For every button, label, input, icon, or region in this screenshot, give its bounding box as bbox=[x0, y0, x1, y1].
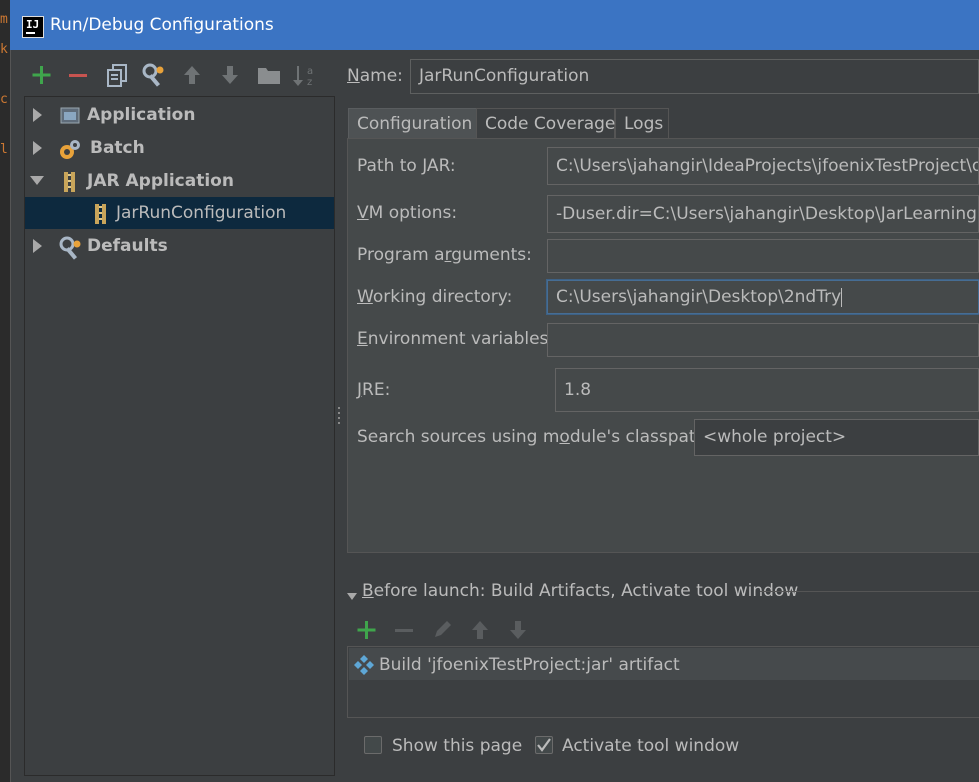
plus-icon[interactable] bbox=[353, 617, 379, 643]
expand-arrow-icon[interactable] bbox=[33, 141, 42, 155]
tree-item-application[interactable]: Application bbox=[25, 99, 334, 131]
expand-arrow-icon[interactable] bbox=[33, 239, 42, 253]
jre-label: JRE: bbox=[357, 380, 391, 400]
show-this-page-label[interactable]: Show this page bbox=[392, 736, 522, 756]
text-cursor bbox=[841, 287, 843, 307]
path-to-jar-input[interactable]: C:\Users\jahangir\IdeaProjects\jfoenixTe… bbox=[547, 147, 979, 185]
list-item[interactable]: Build 'jfoenixTestProject:jar' artifact bbox=[349, 648, 979, 680]
background-editor-char: m bbox=[0, 12, 8, 27]
activate-tool-window-checkbox[interactable] bbox=[535, 736, 553, 754]
before-launch-collapse-icon[interactable] bbox=[346, 587, 358, 607]
dialog-border bbox=[10, 50, 11, 782]
show-this-page-checkbox[interactable] bbox=[364, 736, 382, 754]
arrow-down-icon[interactable] bbox=[505, 617, 531, 643]
before-launch-task-list[interactable]: Build 'jfoenixTestProject:jar' artifact bbox=[347, 646, 979, 718]
copy-icon[interactable] bbox=[104, 62, 130, 88]
tree-item-label: Batch bbox=[90, 138, 145, 158]
jar-icon bbox=[60, 171, 82, 193]
background-editor-char: c bbox=[0, 92, 8, 107]
activate-tool-window-label[interactable]: Activate tool window bbox=[562, 736, 739, 756]
sort-letter-a: a bbox=[307, 66, 313, 77]
arrow-down-icon[interactable] bbox=[217, 62, 243, 88]
wrench-icon bbox=[59, 236, 81, 260]
minus-icon[interactable] bbox=[391, 617, 417, 643]
splitter-handle[interactable] bbox=[336, 405, 342, 429]
tree-item-label: JarRunConfiguration bbox=[116, 203, 287, 223]
application-icon bbox=[60, 105, 82, 127]
expand-arrow-icon[interactable] bbox=[33, 108, 42, 122]
tree-item-jar-application[interactable]: JAR Application bbox=[25, 165, 334, 197]
logo-text: IJ bbox=[26, 18, 40, 31]
tab-logs[interactable]: Logs bbox=[615, 108, 669, 139]
artifact-diamond-icon bbox=[353, 654, 375, 681]
pencil-icon[interactable] bbox=[429, 617, 455, 643]
before-launch-title[interactable]: Before launch: Build Artifacts, Activate… bbox=[362, 581, 798, 601]
search-sources-combobox[interactable]: <whole project> bbox=[694, 419, 979, 456]
search-sources-label: Search sources using module's classpath: bbox=[357, 427, 713, 447]
background-editor-strip: m k c l bbox=[0, 0, 10, 782]
sort-letter-z: z bbox=[307, 77, 312, 88]
tree-item-label: JAR Application bbox=[87, 171, 234, 191]
before-launch-task-label: Build 'jfoenixTestProject:jar' artifact bbox=[379, 655, 680, 675]
name-label: Name: bbox=[347, 66, 403, 86]
working-directory-label: Working directory: bbox=[357, 287, 513, 307]
folder-icon[interactable] bbox=[256, 62, 282, 88]
intellij-logo-icon: IJ bbox=[22, 16, 44, 38]
program-arguments-label: Program arguments: bbox=[357, 245, 532, 265]
plus-icon[interactable] bbox=[28, 62, 54, 88]
window-title: Run/Debug Configurations bbox=[50, 15, 274, 35]
collapse-arrow-icon[interactable] bbox=[30, 176, 44, 185]
sort-az-icon[interactable]: a z bbox=[293, 62, 319, 88]
tab-configuration[interactable]: Configuration bbox=[348, 108, 477, 139]
background-editor-char: l bbox=[0, 142, 8, 157]
batch-gear-icon bbox=[58, 138, 80, 160]
tab-code-coverage[interactable]: Code Coverage bbox=[476, 108, 615, 139]
vm-options-input[interactable]: -Duser.dir=C:\Users\jahangir\Desktop\Jar… bbox=[547, 195, 979, 233]
arrow-up-icon[interactable] bbox=[179, 62, 205, 88]
background-editor-char: k bbox=[0, 42, 8, 57]
name-input[interactable]: JarRunConfiguration bbox=[410, 59, 979, 94]
jar-icon bbox=[91, 203, 113, 225]
tree-item-label: Application bbox=[87, 105, 196, 125]
vm-options-label: VM options: bbox=[357, 203, 458, 223]
tree-item-batch[interactable]: Batch bbox=[25, 132, 334, 164]
tree-item-label: Defaults bbox=[87, 236, 168, 256]
program-arguments-input[interactable] bbox=[547, 239, 979, 273]
before-launch-separator bbox=[760, 591, 979, 592]
tree-item-jarrunconfiguration[interactable]: JarRunConfiguration bbox=[25, 197, 334, 229]
tree-item-defaults[interactable]: Defaults bbox=[25, 230, 334, 262]
working-directory-input[interactable]: C:\Users\jahangir\Desktop\2ndTry bbox=[547, 280, 979, 314]
path-to-jar-label: Path to JAR: bbox=[357, 156, 456, 176]
jre-combobox[interactable]: 1.8 bbox=[555, 368, 979, 412]
environment-variables-label: Environment variables: bbox=[357, 329, 555, 349]
minus-icon[interactable] bbox=[65, 62, 91, 88]
environment-variables-input[interactable] bbox=[547, 323, 979, 357]
arrow-up-icon[interactable] bbox=[467, 617, 493, 643]
configuration-tree[interactable]: Application Batch JAR Application JarRun… bbox=[24, 96, 335, 776]
wrench-icon[interactable] bbox=[141, 62, 167, 88]
checkmark-icon bbox=[537, 738, 551, 752]
